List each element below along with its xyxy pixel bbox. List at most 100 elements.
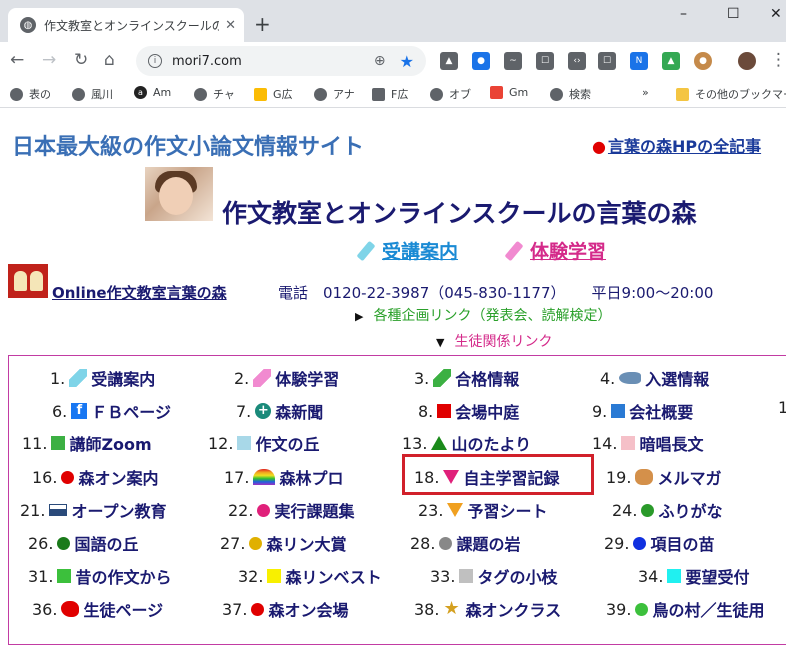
link-label: ふりがな <box>658 502 723 521</box>
browser-toolbar: ← → ↻ ⌂ i mori7.com ⊕ ★ ▲ ● ~ ☐ ‹› ☐ N ▲… <box>0 42 786 80</box>
bookmark-item[interactable]: Gm <box>490 86 528 99</box>
browser-tab[interactable]: ◍ 作文教室とオンラインスクールの言葉の森 ✕ <box>8 8 244 42</box>
maximize-button[interactable]: ☐ <box>727 6 740 22</box>
link-item[interactable]: 23. 予習シート <box>418 498 547 522</box>
link-label: 鳥の村／生徒用 <box>652 601 765 620</box>
bookmark-item[interactable]: 風川 <box>72 86 113 102</box>
address-bar[interactable]: i mori7.com ⊕ ★ <box>136 46 426 76</box>
link-item[interactable]: 13. 山のたより <box>402 431 531 455</box>
minimize-button[interactable]: – <box>680 6 687 22</box>
link-item[interactable]: 11. 講師Zoom <box>22 431 152 455</box>
extension-icon[interactable]: ▲ <box>440 52 458 70</box>
link-item[interactable]: 38. ★ 森オンクラス <box>414 597 561 621</box>
bookmark-item[interactable]: 表の <box>10 86 51 102</box>
avatar[interactable] <box>738 52 756 70</box>
bookmark-item[interactable]: 検索 <box>550 86 591 102</box>
forward-button[interactable]: → <box>42 50 56 70</box>
link-item[interactable]: 36. 生徒ページ <box>32 597 163 621</box>
link-label: 森新聞 <box>275 403 324 422</box>
link-item[interactable]: 39. 鳥の村／生徒用 <box>606 597 764 621</box>
link-item[interactable]: 26. 国語の丘 <box>28 531 138 555</box>
link-item[interactable]: 12. 作文の丘 <box>208 431 319 455</box>
bookmark-item[interactable]: アナ <box>314 86 355 102</box>
web-page: 日本最大級の作文小論文情報サイト ● 言葉の森HPの全記事 作文教室とオンラインス… <box>0 109 786 645</box>
circle-icon <box>641 503 655 517</box>
link-item[interactable]: 8. 会場中庭 <box>418 399 519 423</box>
home-button[interactable]: ⌂ <box>104 50 115 70</box>
link-label: タグの小枝 <box>477 568 558 587</box>
link-item[interactable]: 7. + 森新聞 <box>236 399 323 423</box>
link-item[interactable]: 3. 合格情報 <box>414 366 519 390</box>
link-item[interactable]: 2. 体験学習 <box>234 366 339 390</box>
close-window-button[interactable]: ✕ <box>770 6 782 22</box>
globe-icon <box>314 87 327 101</box>
close-tab-icon[interactable]: ✕ <box>225 18 236 33</box>
extension-icon[interactable]: ~ <box>504 52 522 70</box>
bookmark-item[interactable]: F広 <box>372 86 408 102</box>
bookmark-item[interactable]: オブ <box>430 86 471 102</box>
events-link[interactable]: ▶ 各種企画リンク（発表会、読解検定） <box>355 305 611 325</box>
globe-icon <box>10 87 23 101</box>
bookmark-item[interactable]: チャ <box>194 86 235 102</box>
link-item[interactable]: 32. 森リンベスト <box>238 564 382 588</box>
circle-icon <box>251 602 265 616</box>
course-info-link[interactable]: 受講案内 <box>358 237 458 264</box>
square-icon <box>51 436 66 450</box>
menu-icon[interactable]: ⋮ <box>770 50 786 70</box>
back-button[interactable]: ← <box>10 50 24 70</box>
link-label: 受講案内 <box>91 370 156 389</box>
square-icon <box>437 404 452 418</box>
globe-icon: ◍ <box>20 17 36 33</box>
link-item[interactable]: 19. メルマガ <box>606 465 721 489</box>
fish-icon <box>619 372 642 384</box>
link-item[interactable]: 27. 森リン大賞 <box>220 531 346 555</box>
circle-icon <box>633 536 647 550</box>
document-icon <box>372 87 385 101</box>
extension-icon[interactable]: N <box>630 52 648 70</box>
link-label: 予習シート <box>467 502 548 521</box>
link-item[interactable]: 33. タグの小枝 <box>430 564 557 588</box>
link-item[interactable]: 9. 会社概要 <box>592 399 693 423</box>
other-bookmarks[interactable]: その他のブックマーク <box>676 86 786 102</box>
cookie-icon[interactable]: ● <box>694 52 712 70</box>
students-link[interactable]: ▼ 生徒関係リンク <box>436 331 552 351</box>
bookmark-item[interactable]: G広 <box>254 86 293 102</box>
reload-button[interactable]: ↻ <box>74 50 88 70</box>
extension-icon[interactable]: ☐ <box>536 52 554 70</box>
link-item[interactable]: 34. 要望受付 <box>638 564 749 588</box>
link-item[interactable]: 6. f ＦＢページ <box>52 399 171 423</box>
link-item[interactable]: 1. 受講案内 <box>50 366 155 390</box>
link-item[interactable]: 28. 課題の岩 <box>410 531 520 555</box>
link-item[interactable]: 37. 森オン会場 <box>222 597 348 621</box>
circle-icon <box>57 536 71 550</box>
circle-icon <box>257 503 271 517</box>
bookmark-item[interactable]: a Am <box>134 86 171 99</box>
link-item[interactable]: 22. 実行課題集 <box>228 498 354 522</box>
link-item[interactable]: 4. 入選情報 <box>600 366 709 390</box>
google-drive-icon[interactable]: ▲ <box>662 52 680 70</box>
extension-icon[interactable]: ● <box>472 52 490 70</box>
all-posts-link[interactable]: ● 言葉の森HPの全記事 <box>592 133 761 157</box>
link-label: 森オンクラス <box>465 601 562 620</box>
link-label: メルマガ <box>657 469 722 488</box>
extension-icon[interactable]: ☐ <box>598 52 616 70</box>
link-item[interactable]: 17. 森林プロ <box>224 465 343 489</box>
info-icon[interactable]: i <box>148 54 162 68</box>
link-item[interactable]: 29. 項目の苗 <box>604 531 714 555</box>
globe-icon: + <box>255 403 272 419</box>
more-bookmarks-icon[interactable]: » <box>642 86 649 99</box>
extension-icon[interactable]: ‹› <box>568 52 586 70</box>
link-item[interactable]: 14. 暗唱長文 <box>592 431 703 455</box>
online-school-link[interactable]: Online作文教室言葉の森 <box>52 282 227 303</box>
link-item[interactable]: 24. ふりがな <box>612 498 722 522</box>
zoom-icon[interactable]: ⊕ <box>374 53 386 69</box>
link-item[interactable]: 16. 森オン案内 <box>32 465 158 489</box>
link-label: 山のたより <box>451 435 532 454</box>
new-tab-button[interactable]: + <box>254 12 271 36</box>
link-item[interactable]: 21. オープン教育 <box>20 498 167 522</box>
link-item[interactable]: 31. 昔の作文から <box>28 564 171 588</box>
trial-lesson-link[interactable]: 体験学習 <box>506 237 606 264</box>
triangle-right-icon: ▶ <box>355 310 364 323</box>
folder-icon <box>676 87 689 101</box>
bookmark-star-icon[interactable]: ★ <box>400 52 414 71</box>
